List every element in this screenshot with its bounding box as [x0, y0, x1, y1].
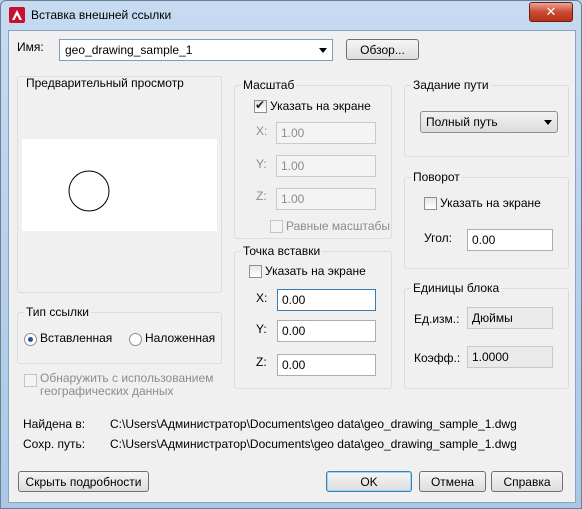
scale-y-input[interactable]: 1.00: [276, 155, 376, 177]
name-value: geo_drawing_sample_1: [65, 43, 193, 57]
found-in-label: Найдена в:: [23, 417, 86, 431]
overlay-radio[interactable]: [129, 333, 142, 346]
preview-title: Предварительный просмотр: [26, 76, 184, 90]
geo-checkbox[interactable]: [24, 374, 37, 387]
window-title: Вставка внешней ссылки: [31, 8, 172, 22]
unit-value: Дюймы: [467, 307, 553, 329]
path-type-dropdown[interactable]: Полный путь: [420, 111, 558, 133]
circle-shape: [68, 170, 110, 212]
scale-specify-checkbox[interactable]: ✔: [254, 98, 267, 113]
help-button[interactable]: Справка: [491, 471, 563, 492]
close-icon: ✕: [545, 4, 557, 19]
path-type-title: Задание пути: [411, 78, 491, 92]
preview-drawing: [68, 170, 110, 212]
block-units-title: Единицы блока: [411, 281, 502, 295]
overlay-label: Наложенная: [145, 331, 216, 345]
insertion-y-input[interactable]: 0.00: [277, 320, 376, 342]
unit-label: Ед.изм.:: [414, 312, 460, 326]
scale-z-input[interactable]: 1.00: [276, 188, 376, 210]
browse-button[interactable]: Обзор...: [346, 39, 419, 60]
angle-input[interactable]: 0.00: [467, 229, 553, 251]
chevron-down-icon: [319, 48, 327, 53]
dialog-window: Вставка внешней ссылки ✕ Имя: geo_drawin…: [0, 0, 582, 509]
rotation-group: Поворот: [404, 170, 569, 269]
insertion-x-input[interactable]: 0.00: [277, 289, 376, 311]
rotation-specify-checkbox[interactable]: [424, 197, 437, 210]
insertion-z-input[interactable]: 0.00: [277, 354, 376, 376]
angle-label: Угол:: [424, 231, 452, 245]
geo-label-line2: географических данных: [40, 384, 174, 398]
rotation-title: Поворот: [411, 170, 462, 184]
factor-label: Коэфф.:: [414, 351, 461, 365]
attach-radio[interactable]: [24, 333, 37, 346]
insertion-specify-label: Указать на экране: [265, 264, 366, 278]
title-bar[interactable]: Вставка внешней ссылки ✕: [1, 1, 581, 29]
ok-button[interactable]: OK: [326, 471, 412, 492]
name-label: Имя:: [17, 40, 44, 54]
attach-label: Вставленная: [40, 331, 113, 345]
scale-title: Масштаб: [241, 78, 297, 92]
scale-x-label: X:: [256, 124, 268, 138]
hide-details-button[interactable]: Скрыть подробности: [18, 471, 149, 492]
path-type-value: Полный путь: [426, 115, 498, 129]
factor-value: 1.0000: [467, 346, 553, 368]
uniform-scale-checkbox[interactable]: [270, 220, 283, 233]
dialog-body: Имя: geo_drawing_sample_1 Обзор... Предв…: [8, 30, 576, 503]
scale-y-label: Y:: [256, 157, 267, 171]
insertion-x-label: X:: [256, 291, 268, 305]
saved-path-label: Сохр. путь:: [23, 437, 86, 451]
geo-label-line1: Обнаружить с использованием: [40, 371, 214, 385]
found-in-value: C:\Users\Администратор\Documents\geo dat…: [110, 417, 517, 431]
reference-type-title: Тип ссылки: [24, 305, 91, 319]
uniform-scale-label: Равные масштабы: [286, 219, 390, 233]
autocad-logo-icon: [9, 7, 25, 23]
chevron-down-icon: [544, 120, 552, 125]
block-units-group: Единицы блока: [404, 281, 569, 389]
scale-z-label: Z:: [256, 189, 267, 203]
close-button[interactable]: ✕: [529, 2, 573, 22]
saved-path-value: C:\Users\Администратор\Documents\geo dat…: [110, 437, 517, 451]
cancel-button[interactable]: Отмена: [419, 471, 486, 492]
insertion-y-label: Y:: [256, 322, 267, 336]
insertion-z-label: Z:: [256, 355, 267, 369]
insertion-specify-checkbox[interactable]: [249, 265, 262, 278]
preview-canvas: [22, 139, 217, 231]
scale-specify-label: Указать на экране: [270, 99, 371, 113]
rotation-specify-label: Указать на экране: [440, 196, 541, 210]
insertion-title: Точка вставки: [241, 244, 323, 258]
name-dropdown[interactable]: geo_drawing_sample_1: [59, 39, 333, 61]
scale-x-input[interactable]: 1.00: [276, 122, 376, 144]
